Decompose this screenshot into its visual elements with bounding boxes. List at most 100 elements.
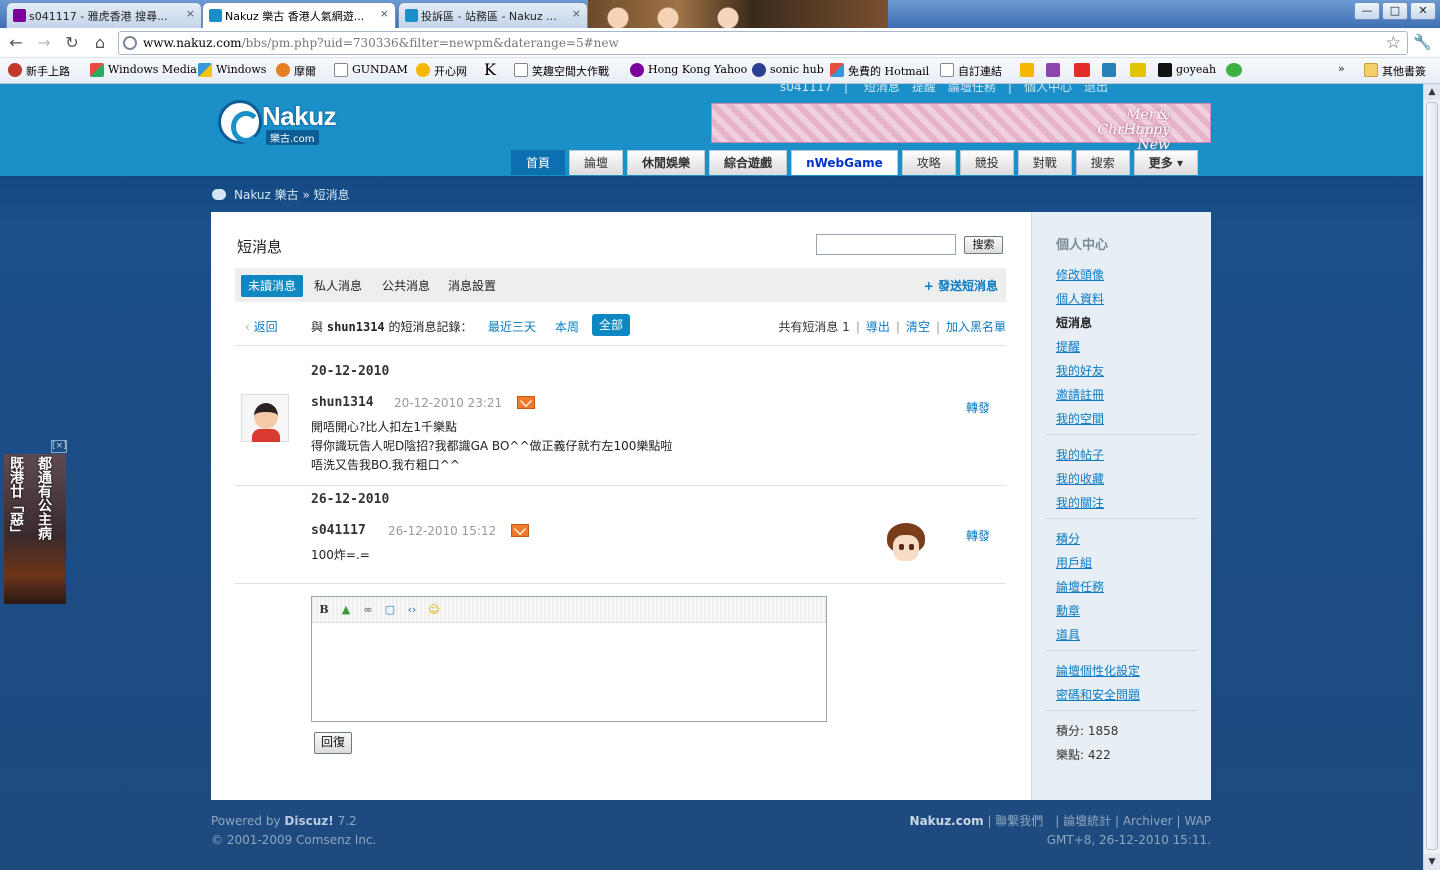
browser-tab-nakuz[interactable]: Nakuz 樂古 香港人氣網遊... × (202, 2, 396, 28)
home-icon[interactable]: ⌂ (90, 33, 110, 53)
tab-unread[interactable]: 未讀消息 (241, 275, 304, 297)
bookmark-item[interactable] (1102, 63, 1116, 80)
scroll-up-icon[interactable]: ▲ (1424, 84, 1440, 100)
bookmark-item[interactable]: Windows (198, 63, 266, 77)
reply-button[interactable]: 回復 (314, 732, 352, 754)
sidebar-item-friends[interactable]: 我的好友 (1056, 362, 1104, 379)
bookmark-item[interactable]: Windows Media (90, 63, 197, 77)
sidebar-item-space[interactable]: 我的空間 (1056, 410, 1104, 427)
close-tab-icon[interactable]: × (572, 7, 581, 20)
christmas-banner[interactable]: Merry Christmas& Happy New year (711, 103, 1211, 168)
nav-nwebgame[interactable]: nWebGame (791, 150, 898, 175)
avatar[interactable] (881, 521, 929, 569)
filter-week[interactable]: 本周 (555, 318, 579, 335)
sidebar-item-security[interactable]: 密碼和安全問題 (1056, 686, 1140, 703)
filter-3days[interactable]: 最近三天 (488, 318, 536, 335)
sidebar-item-items[interactable]: 道具 (1056, 626, 1080, 643)
nav-search[interactable]: 搜索 (1075, 150, 1130, 175)
bookmark-item[interactable] (1020, 63, 1034, 80)
bookmark-item[interactable]: sonic hub (752, 63, 824, 77)
image-icon[interactable]: ▲ (338, 602, 354, 618)
tab-settings[interactable]: 消息設置 (441, 275, 503, 297)
sidebar-item-profile[interactable]: 個人資料 (1056, 290, 1104, 307)
scroll-thumb[interactable] (1426, 102, 1438, 850)
message-author[interactable]: shun1314 (311, 395, 374, 410)
close-tab-icon[interactable]: × (186, 7, 195, 20)
bookmark-item[interactable]: 新手上路 (8, 63, 70, 79)
clear-link[interactable]: 清空 (906, 320, 930, 334)
pm-search-button[interactable]: 搜索 (964, 236, 1003, 254)
scroll-down-icon[interactable]: ▼ (1424, 854, 1440, 870)
forward-link[interactable]: 轉發 (966, 399, 990, 416)
sidebar-item-avatar[interactable]: 修改頭像 (1056, 266, 1104, 283)
close-ad-icon[interactable]: [×] (51, 440, 67, 453)
sidebar-item-tasks[interactable]: 論壇任務 (1056, 578, 1104, 595)
browser-tab-complaints[interactable]: 投訴區 - 站務區 - Nakuz ... × (398, 2, 588, 28)
bold-icon[interactable]: B (316, 602, 332, 618)
top-user-links[interactable]: s041117 | 短消息 提醒 論壇任務 | 個人中心 退出 (780, 84, 1108, 95)
bookmark-item[interactable]: 摩爾 (276, 63, 316, 79)
nav-auction[interactable]: 競投 (959, 150, 1014, 175)
reply-textarea[interactable] (312, 623, 826, 721)
sidebar-item-pm[interactable]: 短消息 (1056, 314, 1092, 331)
tab-public[interactable]: 公共消息 (375, 275, 437, 297)
sidebar-item-notice[interactable]: 提醒 (1056, 338, 1080, 355)
sidebar-item-posts[interactable]: 我的帖子 (1056, 446, 1104, 463)
bookmark-item[interactable] (1130, 63, 1146, 80)
sidebar-item-customize[interactable]: 論壇個性化設定 (1056, 662, 1140, 679)
page-scrollbar[interactable]: ▲ ▼ (1423, 84, 1440, 870)
forward-arrow-icon[interactable]: → (34, 33, 54, 53)
site-logo[interactable]: Nakuz 樂古.com (218, 100, 358, 146)
close-window-button[interactable]: ✕ (1410, 2, 1436, 20)
bookmark-item[interactable] (1046, 63, 1060, 80)
forward-link[interactable]: 轉發 (966, 527, 990, 544)
bookmark-item[interactable]: 免費的 Hotmail (830, 63, 929, 79)
send-pm-link[interactable]: + 發送短消息 (924, 275, 998, 297)
bookmark-item[interactable]: 开心网 (416, 63, 467, 79)
tab-private[interactable]: 私人消息 (307, 275, 369, 297)
sidebar-item-medals[interactable]: 勳章 (1056, 602, 1080, 619)
more-bookmarks-icon[interactable]: » (1338, 62, 1345, 75)
sidebar-item-favorites[interactable]: 我的收藏 (1056, 470, 1104, 487)
browser-tab-yahoo[interactable]: s041117 - 雅虎香港 搜尋... × (6, 2, 202, 28)
filter-all[interactable]: 全部 (592, 314, 631, 336)
nav-more[interactable]: 更多 ▾ (1133, 150, 1198, 175)
nav-games[interactable]: 綜合遊戲 (709, 150, 788, 175)
link-icon[interactable]: ∞ (360, 602, 376, 618)
sidebar-item-invite[interactable]: 邀請註冊 (1056, 386, 1104, 403)
bookmark-item[interactable]: GUNDAM (334, 63, 408, 77)
pm-search-input[interactable] (816, 234, 956, 255)
site-link[interactable]: Nakuz.com (910, 814, 984, 828)
blacklist-link[interactable]: 加入黑名單 (946, 320, 1006, 334)
bookmark-item[interactable] (1226, 63, 1242, 80)
address-bar[interactable]: www.nakuz.com/bbs/pm.php?uid=730336&filt… (118, 31, 1408, 55)
quote-icon[interactable]: ▢ (382, 602, 398, 618)
nav-leisure[interactable]: 休閒娛樂 (627, 150, 706, 175)
bookmark-item[interactable]: goyeah (1158, 63, 1216, 77)
avatar[interactable] (241, 394, 289, 442)
nav-guides[interactable]: 攻略 (901, 150, 956, 175)
maximize-button[interactable]: □ (1382, 2, 1408, 20)
nav-forum[interactable]: 論壇 (569, 150, 624, 175)
sidebar-item-usergroup[interactable]: 用戶組 (1056, 554, 1092, 571)
nav-battle[interactable]: 對戰 (1017, 150, 1072, 175)
close-tab-icon[interactable]: × (380, 7, 389, 20)
message-author[interactable]: s041117 (311, 523, 366, 538)
bookmark-item[interactable]: 笑趣空間大作戰 (514, 63, 609, 79)
bookmark-star-icon[interactable]: ☆ (1386, 33, 1401, 53)
reload-icon[interactable]: ↻ (62, 33, 82, 53)
smiley-icon[interactable]: ☺ (426, 602, 442, 618)
back-arrow-icon[interactable]: ← (6, 33, 26, 53)
wrench-icon[interactable]: 🔧 (1413, 33, 1432, 51)
side-ad[interactable]: [×] 都通有公主病 既港廿「惡」 (4, 440, 67, 604)
bookmark-item[interactable] (1074, 63, 1090, 80)
code-icon[interactable]: ‹› (404, 602, 420, 618)
footer-links[interactable]: | 聯繫我們 | 論壇統計 | Archiver | WAP (987, 814, 1211, 828)
sidebar-item-credits[interactable]: 積分 (1056, 530, 1080, 547)
bookmark-item[interactable]: Hong Kong Yahoo (630, 63, 747, 77)
bookmark-item[interactable]: K (484, 60, 496, 79)
export-link[interactable]: 導出 (866, 320, 890, 334)
sidebar-item-following[interactable]: 我的關注 (1056, 494, 1104, 511)
discuz-link[interactable]: Discuz! (284, 814, 333, 828)
nav-home[interactable]: 首頁 (511, 150, 566, 175)
